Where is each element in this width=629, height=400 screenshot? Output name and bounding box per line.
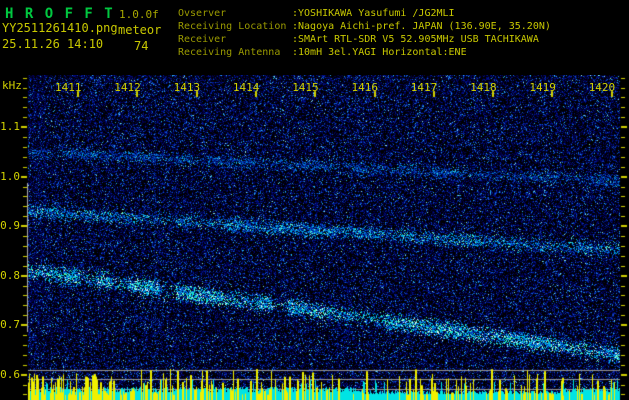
- station-info-value: :10mH 3el.YAGI Horizontal:ENE: [292, 47, 467, 58]
- station-info-row: Receiving Antenna :10mH 3el.YAGI Horizont…: [178, 46, 551, 59]
- timestamp: 25.11.26 14:10: [2, 37, 104, 51]
- x-tick-label: 1420: [588, 81, 616, 94]
- x-tick-label: 1413: [173, 81, 201, 94]
- station-info-row: Receiver :SMArt RTL-SDR V5 52.905MHz USB …: [178, 33, 551, 46]
- x-tick-label: 1414: [232, 81, 260, 94]
- y-tick-label: 0.7: [0, 318, 20, 331]
- x-tick-label: 1419: [529, 81, 556, 94]
- station-info: Ovserver:YOSHIKAWA Yasufumi /JG2MLI Recei…: [178, 7, 551, 59]
- y-tick-label: 0.8: [0, 269, 20, 282]
- y-tick-label: 1.0: [0, 170, 20, 183]
- station-info-value: :Nagoya Aichi-pref. JAPAN (136.90E, 35.2…: [292, 21, 551, 32]
- y-tick-label: 0.9: [0, 219, 20, 232]
- station-info-label: Receiving Location: [178, 21, 287, 32]
- x-tick-label: 1417: [410, 81, 438, 94]
- x-tick-label: 1415: [292, 81, 319, 94]
- y-tick-label: 0.6: [0, 368, 20, 381]
- x-tick-label: 1418: [470, 81, 497, 94]
- y-tick-label: 1.1: [0, 120, 20, 133]
- y-axis-unit-label: kHz: [2, 79, 22, 92]
- station-info-row: Ovserver :YOSHIKAWA Yasufumi /JG2MLI: [178, 7, 551, 20]
- x-tick-label: 1412: [114, 81, 141, 94]
- hrofft-screen: H R O F F T 1.0.0f YY2511261410.png mete…: [0, 0, 629, 400]
- spectrogram-canvas: [0, 75, 629, 400]
- station-info-label: Receiver: [178, 34, 227, 45]
- station-info-value: :YOSHIKAWA Yasufumi /JG2MLI: [292, 8, 455, 19]
- output-filename: YY2511261410.png: [2, 21, 118, 35]
- echo-count: 74: [134, 39, 149, 53]
- station-info-label: Ovserver: [178, 8, 227, 19]
- x-tick-label: 1416: [351, 81, 379, 94]
- mode-label: meteor: [118, 23, 162, 37]
- station-info-value: :SMArt RTL-SDR V5 52.905MHz USB TACHIKAW…: [292, 34, 539, 45]
- x-tick-label: 1411: [55, 81, 82, 94]
- app-version: 1.0.0f: [119, 8, 159, 21]
- station-info-row: Receiving Location :Nagoya Aichi-pref. JA…: [178, 20, 551, 33]
- station-info-label: Receiving Antenna: [178, 47, 281, 58]
- app-title: H R O F F T: [5, 6, 115, 22]
